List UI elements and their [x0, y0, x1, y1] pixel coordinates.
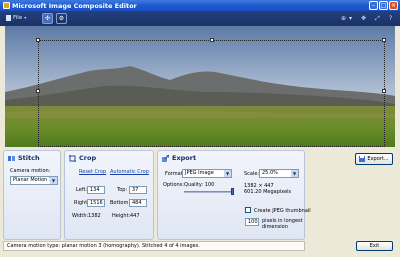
stitch-heading-label: Stitch: [18, 154, 40, 162]
camera-motion-select[interactable]: Planar Motion 3 ▼: [10, 176, 58, 185]
file-menu-button[interactable]: File ▾: [3, 13, 29, 23]
height-label: Height:: [112, 213, 131, 219]
export-heading: Export: [162, 154, 196, 162]
quality-label: Quality: 100: [184, 182, 215, 188]
zoom-caret-icon[interactable]: ▾: [349, 14, 352, 23]
width-label: Width:: [72, 213, 89, 219]
quality-slider[interactable]: [184, 191, 234, 193]
scale-value: 25.0%: [262, 170, 278, 176]
bottom-field[interactable]: 484: [129, 199, 147, 207]
export-icon: [162, 154, 169, 162]
right-field[interactable]: 1516: [87, 199, 105, 207]
crop-heading-label: Crop: [79, 154, 97, 162]
toolbar: File ▾ ✣ ⚙ ⊕ ▾ ✥ ⤢ ?: [0, 11, 400, 26]
save-icon: [359, 156, 366, 162]
automatic-crop-link[interactable]: Automatic Crop: [110, 169, 149, 175]
minimize-button[interactable]: –: [369, 1, 378, 10]
maximize-button[interactable]: □: [379, 1, 388, 10]
fit-icon[interactable]: ⤢: [375, 14, 380, 23]
left-field[interactable]: 134: [87, 186, 105, 194]
scale-select[interactable]: 25.0% ▼: [259, 169, 299, 178]
stitch-panel: Stitch Camera motion: Planar Motion 3 ▼: [3, 150, 61, 240]
stitch-icon: [8, 155, 15, 161]
options-label: Options:: [163, 182, 184, 188]
crop-handle-top[interactable]: [210, 38, 214, 42]
close-button[interactable]: ×: [389, 1, 398, 10]
longest-dimension-label-2: dimension: [262, 224, 288, 230]
help-icon[interactable]: ?: [389, 14, 392, 23]
crop-handle-right[interactable]: [382, 89, 386, 93]
pan-icon[interactable]: ✥: [361, 14, 366, 23]
zoom-icon[interactable]: ⊕: [341, 14, 346, 23]
export-heading-label: Export: [172, 154, 197, 162]
thumbnail-checkbox[interactable]: [245, 207, 251, 213]
crop-handle-top-right[interactable]: [382, 38, 386, 42]
crop-rectangle[interactable]: [36, 38, 386, 147]
app-icon: [3, 2, 10, 9]
crop-handle-left[interactable]: [36, 89, 40, 93]
crop-heading: Crop: [69, 154, 96, 162]
thumbnail-label: Create JPEG thumbnail: [254, 208, 311, 214]
top-label: Top:: [117, 187, 128, 193]
bottom-label: Bottom:: [110, 200, 131, 206]
title-bar: Microsoft Image Composite Editor – □ ×: [0, 0, 400, 11]
export-button-label: Export...: [367, 156, 389, 162]
settings-icon[interactable]: ⚙: [56, 13, 67, 24]
megapixels-readout: 601.20 Megapixels: [244, 189, 292, 195]
format-value: JPEG Image: [185, 170, 214, 176]
height-value: 447: [130, 213, 140, 219]
chevron-down-icon: ▼: [291, 170, 298, 177]
quality-slider-thumb[interactable]: [231, 188, 234, 195]
stitch-mode-icon[interactable]: ✣: [42, 13, 53, 24]
chevron-down-icon: ▼: [224, 170, 231, 177]
chevron-down-icon: ▾: [24, 15, 27, 20]
camera-motion-label: Camera motion:: [10, 168, 51, 174]
status-bar: Camera motion type: planar motion 3 (hom…: [3, 241, 305, 251]
left-label: Left:: [76, 187, 88, 193]
crop-icon: [69, 154, 76, 162]
format-select[interactable]: JPEG Image ▼: [182, 169, 232, 178]
crop-handle-top-left[interactable]: [36, 38, 40, 42]
export-button[interactable]: Export...: [355, 153, 393, 165]
reset-crop-link[interactable]: Reset Crop: [79, 169, 106, 175]
panorama-canvas[interactable]: [5, 26, 395, 147]
window-title: Microsoft Image Composite Editor: [12, 2, 137, 10]
longest-dimension-field[interactable]: 100: [245, 218, 259, 226]
chevron-down-icon: ▼: [50, 177, 57, 184]
crop-panel: Crop Reset Crop Automatic Crop Left: 134…: [64, 150, 154, 240]
exit-button[interactable]: Exit: [356, 241, 393, 251]
scale-label: Scale:: [244, 171, 260, 177]
stitch-heading: Stitch: [8, 154, 40, 162]
file-icon: [6, 15, 11, 21]
export-panel: Export Format: JPEG Image ▼ Options: Qua…: [157, 150, 311, 240]
file-menu-label: File: [13, 15, 23, 21]
width-value: 1382: [88, 213, 101, 219]
top-field[interactable]: 37: [129, 186, 147, 194]
camera-motion-value: Planar Motion 3: [13, 177, 53, 183]
